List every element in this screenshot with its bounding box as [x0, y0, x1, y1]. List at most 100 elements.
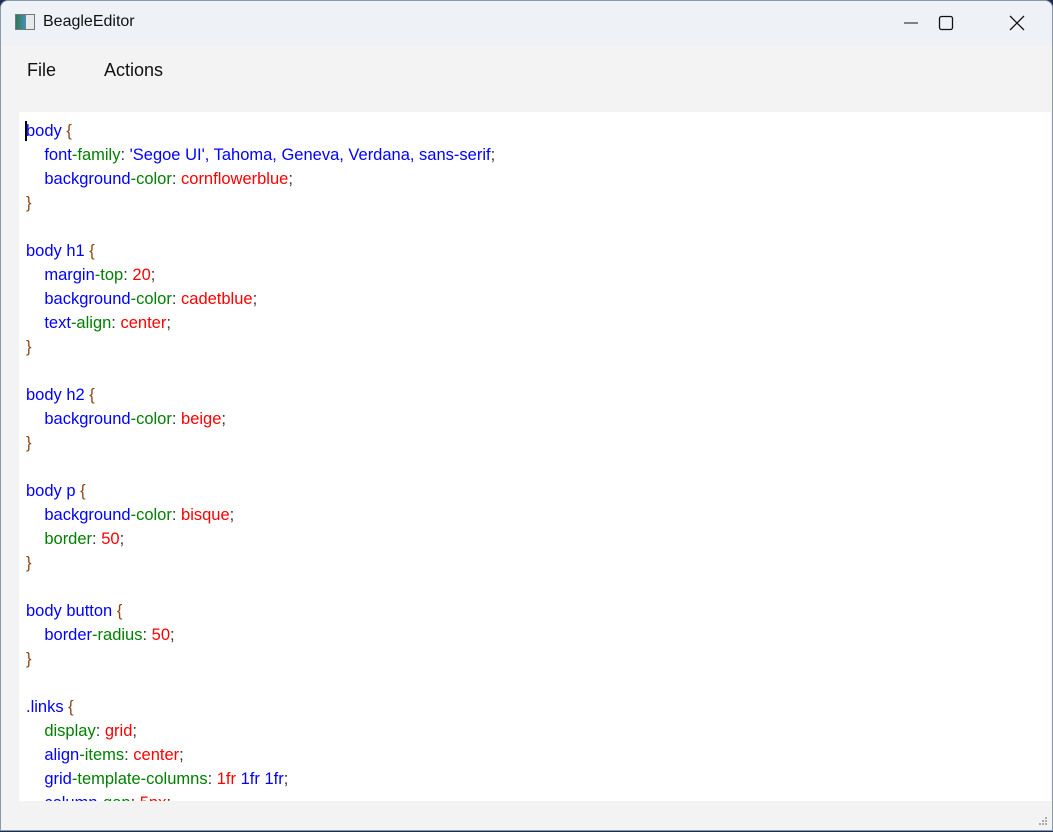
code-token: 1fr — [216, 770, 237, 788]
code-token: : — [120, 146, 130, 164]
code-text[interactable]: body { font-family: 'Segoe UI', Tahoma, … — [26, 119, 495, 801]
code-token: beige — [181, 410, 222, 428]
code-token: ; — [150, 266, 156, 284]
code-token: ; — [179, 746, 184, 764]
code-token: column — [26, 794, 97, 801]
code-token: { — [75, 482, 86, 500]
code-token: -gap — [98, 794, 131, 801]
code-token: { — [84, 386, 95, 404]
close-button[interactable] — [982, 1, 1052, 45]
code-token: } — [26, 650, 32, 668]
code-line: body h2 { — [26, 383, 495, 407]
code-token: ; — [229, 506, 235, 524]
code-token: -color — [130, 170, 172, 188]
code-token: center — [133, 746, 180, 764]
window-title: BeagleEditor — [43, 13, 135, 30]
maximize-button[interactable] — [911, 1, 981, 45]
code-line: display: grid; — [26, 719, 495, 743]
code-token: display — [26, 722, 96, 740]
code-token: 50 — [101, 530, 120, 548]
code-token: ; — [166, 314, 171, 332]
code-token: ; — [132, 722, 137, 740]
code-line: background-color: cadetblue; — [26, 287, 495, 311]
menu-actions[interactable]: Actions — [104, 60, 163, 81]
app-window-icon — [15, 14, 35, 30]
code-token: 5px — [140, 794, 167, 801]
code-line: body p { — [26, 479, 495, 503]
code-token: { — [84, 242, 95, 260]
code-token: background — [26, 506, 131, 524]
code-token: 20 — [132, 266, 151, 284]
code-token: -template-columns — [71, 770, 208, 788]
code-line: background-color: beige; — [26, 407, 495, 431]
code-token: ; — [166, 794, 171, 801]
maximize-icon — [938, 15, 954, 31]
code-token: ; — [490, 146, 496, 164]
resize-grip-icon[interactable] — [1038, 816, 1048, 826]
text-caret — [25, 121, 27, 141]
code-line: } — [26, 431, 495, 455]
code-token: 50 — [151, 626, 171, 644]
code-token: -color — [130, 506, 172, 524]
menu-file[interactable]: File — [27, 60, 56, 81]
code-token: : — [171, 170, 182, 188]
code-line: text-align: center; — [26, 311, 495, 335]
menu-bar: File Actions — [1, 45, 1052, 95]
code-line: margin-top: 20; — [26, 263, 495, 287]
code-token: cornflowerblue — [181, 170, 289, 188]
code-editor[interactable]: body { font-family: 'Segoe UI', Tahoma, … — [19, 112, 1051, 801]
code-line: column-gap: 5px; — [26, 791, 495, 801]
code-token: body — [26, 122, 62, 140]
code-token: -align — [70, 314, 112, 332]
code-token: { — [63, 698, 74, 716]
code-line: align-items: center; — [26, 743, 495, 767]
code-token: } — [26, 434, 32, 452]
code-token: bisque — [181, 506, 230, 524]
code-token: -items — [79, 746, 125, 764]
code-token: body p — [26, 482, 76, 500]
title-bar[interactable]: BeagleEditor — [1, 1, 1052, 45]
code-token: : — [171, 410, 182, 428]
code-token: .links — [26, 698, 64, 716]
code-token: text — [26, 314, 71, 332]
code-token: : — [207, 770, 217, 788]
code-token: ; — [283, 770, 289, 788]
code-token: font — [26, 146, 72, 164]
code-token: : — [131, 794, 140, 801]
code-token: { — [112, 602, 123, 620]
code-token: 'Segoe UI', Tahoma, Geneva, Verdana, san… — [129, 146, 491, 164]
code-line: background-color: bisque; — [26, 503, 495, 527]
code-token: border — [26, 530, 93, 548]
code-token: margin — [26, 266, 95, 284]
code-token: ; — [119, 530, 125, 548]
code-token: -color — [130, 410, 172, 428]
code-line: font-family: 'Segoe UI', Tahoma, Geneva,… — [26, 143, 495, 167]
code-line: } — [26, 335, 495, 359]
code-token: body h1 — [26, 242, 85, 260]
code-token: ; — [170, 626, 175, 644]
code-token: ; — [288, 170, 293, 188]
app-window: BeagleEditor File Actions body { font-fa… — [0, 0, 1053, 831]
code-line: background-color: cornflowerblue; — [26, 167, 495, 191]
code-token: border — [26, 626, 93, 644]
code-line: body button { — [26, 599, 495, 623]
code-line: body h1 { — [26, 239, 495, 263]
code-token: background — [26, 170, 131, 188]
code-line: body { — [26, 119, 495, 143]
code-token: body button — [26, 602, 113, 620]
code-token: ; — [252, 290, 258, 308]
code-token: : — [124, 746, 134, 764]
code-token: -color — [130, 290, 172, 308]
code-token: : — [142, 626, 152, 644]
code-token: grid — [26, 770, 72, 788]
code-token: body h2 — [26, 386, 85, 404]
code-token: -family — [71, 146, 121, 164]
code-line: } — [26, 191, 495, 215]
code-token: : — [92, 530, 102, 548]
code-token: -radius — [92, 626, 143, 644]
code-token: background — [26, 290, 131, 308]
code-token: grid — [104, 722, 133, 740]
